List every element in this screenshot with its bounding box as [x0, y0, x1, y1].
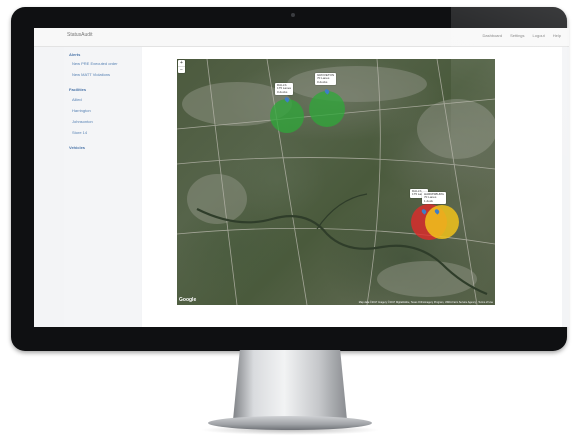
monitor-bezel: StatusAudit Dashboard Settings Logout He… [11, 7, 569, 351]
map-terrain [177, 59, 495, 305]
camera-dot [291, 13, 295, 17]
map-marker-label[interactable]: DALLS 175 Lanes 0 docks [275, 83, 294, 96]
map-marker-label[interactable]: HARRISBURG 70 Lanes 1 dock [422, 192, 447, 205]
sidebar-item-alert-1[interactable]: New PRE Executed order [72, 61, 118, 66]
sidebar-item-alert-2[interactable]: New MATT Violations [72, 72, 110, 77]
monitor-stand-base [208, 416, 372, 430]
zoom-control: + − [178, 60, 185, 73]
sidebar-item-harrington[interactable]: Harrington [72, 108, 91, 113]
sidebar-header-alerts: Alerts [69, 52, 81, 57]
sidebar-header-vehicles[interactable]: Vehicles [69, 145, 85, 150]
satellite-map[interactable]: + − DALLS 175 Lanes 0 docks GROVETON 70 … [177, 59, 495, 305]
marker-line: 0 docks [317, 79, 328, 84]
sidebar-item-allied[interactable]: Allied [72, 97, 82, 102]
marker-line: 0 docks [277, 89, 288, 94]
marker-line: 1 dock [424, 198, 433, 203]
sidebar: Alerts New PRE Executed order New MATT V… [64, 47, 141, 327]
app-brand[interactable]: StatusAudit [67, 32, 93, 38]
screen-gloss [451, 7, 567, 351]
google-logo: Google [179, 297, 197, 303]
monitor-stand-neck [233, 350, 347, 420]
sidebar-item-johnsonton[interactable]: Johnsonton [72, 119, 93, 124]
zoom-out-button[interactable]: − [178, 66, 185, 73]
map-marker-label[interactable]: GROVETON 70 Lanes 0 docks [315, 73, 337, 86]
sidebar-item-store-14[interactable]: Store 14 [72, 130, 87, 135]
sidebar-header-facilities: Facilities [69, 87, 87, 92]
